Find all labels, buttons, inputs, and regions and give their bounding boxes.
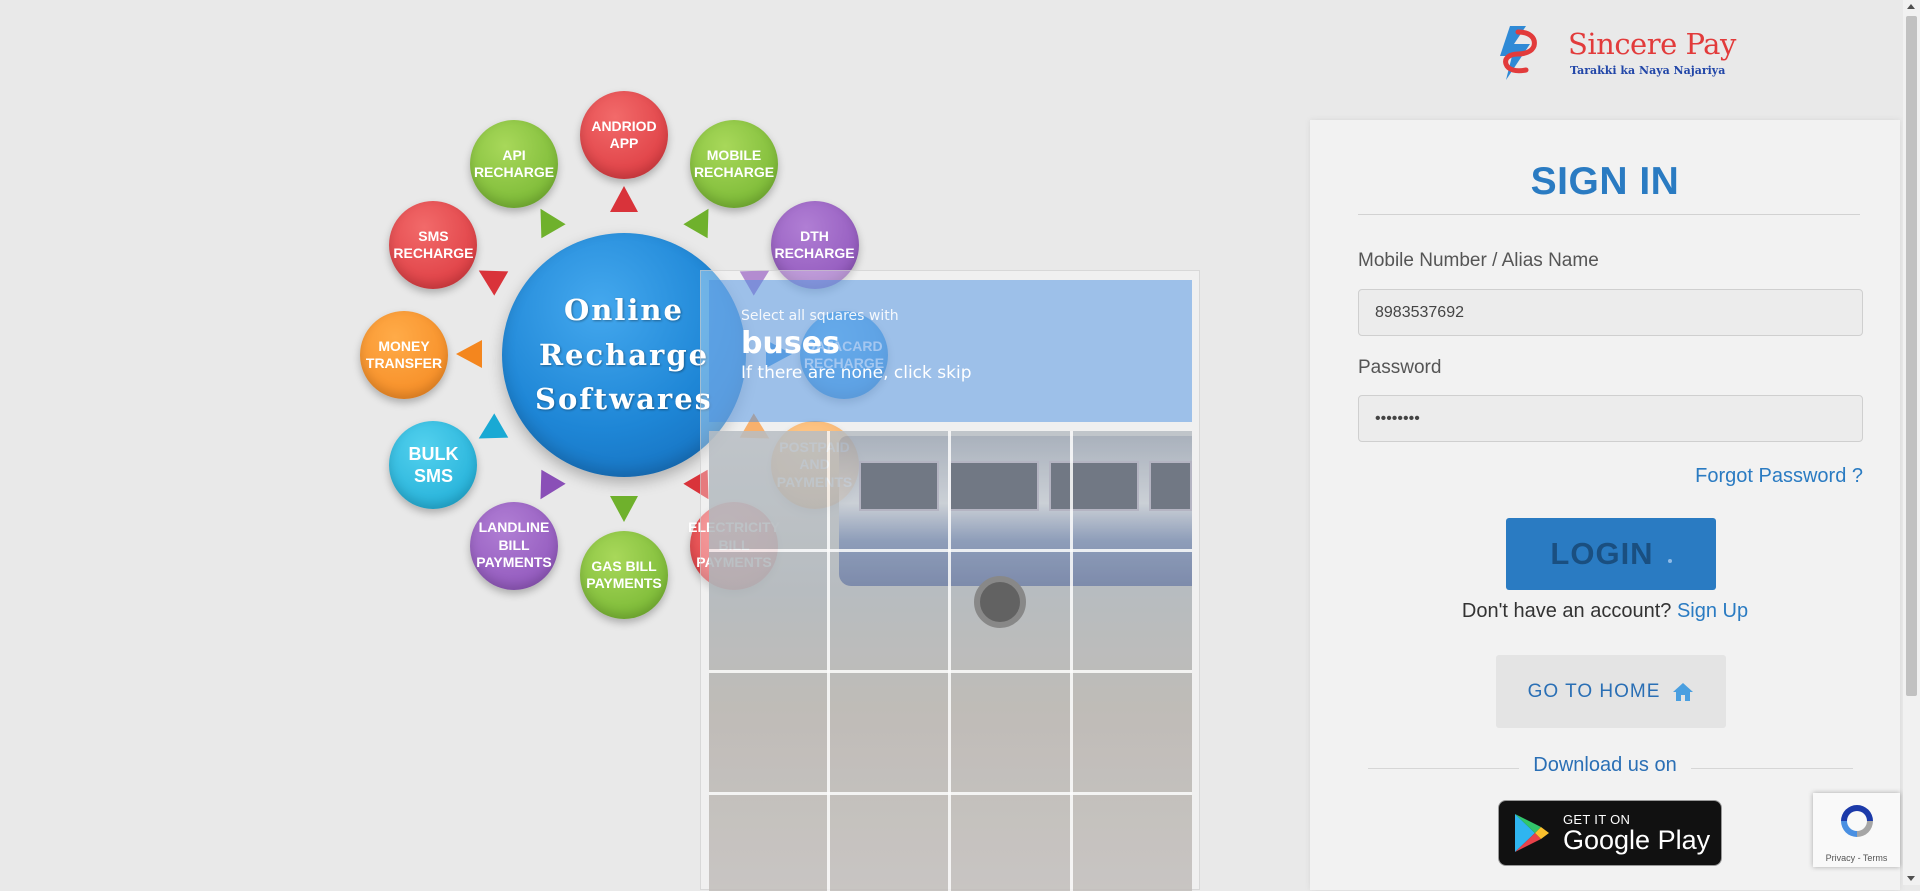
- recaptcha-icon: [1841, 805, 1873, 837]
- password-label: Password: [1358, 357, 1442, 378]
- download-label: Download us on: [1519, 754, 1691, 776]
- recaptcha-privacy-terms[interactable]: Privacy - Terms: [1826, 853, 1888, 863]
- login-button[interactable]: LOGIN: [1506, 518, 1716, 590]
- captcha-hint: If there are none, click skip: [741, 363, 972, 383]
- mobile-input[interactable]: [1358, 289, 1863, 336]
- captcha-image-grid[interactable]: [709, 431, 1192, 891]
- captcha-tile[interactable]: [709, 431, 827, 549]
- gplay-big-text: Google Play: [1563, 825, 1711, 855]
- captcha-tile[interactable]: [830, 431, 948, 549]
- arrow-icon: [456, 340, 482, 368]
- captcha-tile[interactable]: [951, 431, 1069, 549]
- login-label: LOGIN: [1550, 536, 1654, 571]
- loading-dot-icon: [1667, 559, 1672, 563]
- arrow-icon: [610, 186, 638, 212]
- recaptcha-challenge[interactable]: Select all squares with buses If there a…: [700, 270, 1200, 891]
- hub-line: Online: [564, 292, 684, 327]
- page-scrollbar[interactable]: [1903, 0, 1920, 885]
- mobile-label: Mobile Number / Alias Name: [1358, 250, 1599, 271]
- download-heading: Download us on: [1310, 754, 1900, 777]
- google-play-badge[interactable]: GET IT ON Google Play: [1498, 800, 1722, 866]
- brand-name: Sincere Pay: [1568, 27, 1736, 61]
- scroll-up-arrow-icon[interactable]: [1907, 4, 1915, 9]
- arrow-icon: [527, 201, 566, 239]
- signin-title: SIGN IN: [1530, 160, 1680, 203]
- go-to-home-button[interactable]: GO TO HOME: [1496, 655, 1726, 728]
- captcha-target: buses: [741, 326, 840, 361]
- signup-prompt: Don't have an account? Sign Up: [1310, 600, 1900, 623]
- captcha-tile[interactable]: [1072, 673, 1190, 791]
- service-bubble: MOBILE RECHARGE: [690, 120, 778, 209]
- sincere-pay-logo-icon: [1500, 26, 1537, 80]
- go-home-label: GO TO HOME: [1527, 680, 1661, 702]
- captcha-tile[interactable]: [1072, 552, 1190, 670]
- hub-line: Softwares: [535, 382, 713, 417]
- arrow-icon: [527, 469, 566, 507]
- service-bubble: MONEY TRANSFER: [360, 311, 448, 399]
- signup-link[interactable]: Sign Up: [1677, 600, 1748, 622]
- captcha-tile[interactable]: [951, 673, 1069, 791]
- hub-line: Recharge: [538, 337, 710, 372]
- no-account-text: Don't have an account?: [1461, 600, 1672, 622]
- captcha-tile[interactable]: [1072, 431, 1190, 549]
- google-play-icon: [1515, 814, 1549, 852]
- recaptcha-badge[interactable]: Privacy - Terms: [1813, 793, 1900, 867]
- arrow-icon: [471, 257, 509, 296]
- scroll-down-arrow-icon[interactable]: [1907, 876, 1915, 881]
- arrow-icon: [610, 496, 638, 522]
- scroll-thumb[interactable]: [1906, 16, 1917, 696]
- captcha-tile[interactable]: [951, 552, 1069, 670]
- password-input[interactable]: [1358, 395, 1863, 442]
- title-divider: [1358, 214, 1860, 215]
- brand-tagline: Tarakki ka Naya Najariya: [1570, 64, 1726, 77]
- service-bubble: GAS BILL PAYMENTS: [580, 531, 668, 619]
- captcha-tile[interactable]: [951, 794, 1069, 891]
- brand-logo[interactable]: Sincere Pay Tarakki ka Naya Najariya: [1496, 24, 1736, 84]
- captcha-tile[interactable]: [709, 794, 827, 891]
- arrow-icon: [471, 412, 509, 451]
- forgot-password-link[interactable]: Forgot Password ?: [1695, 465, 1863, 488]
- service-bubble: SMS RECHARGE: [389, 201, 478, 289]
- captcha-tile[interactable]: [709, 552, 827, 670]
- captcha-tile[interactable]: [709, 673, 827, 791]
- captcha-tile[interactable]: [1072, 794, 1190, 891]
- captcha-tile[interactable]: [830, 552, 948, 670]
- home-icon: [1673, 682, 1694, 701]
- captcha-tile[interactable]: [830, 673, 948, 791]
- captcha-instruction: Select all squares with: [741, 308, 899, 324]
- captcha-tile[interactable]: [830, 794, 948, 891]
- signin-panel: SIGN IN Mobile Number / Alias Name Passw…: [1310, 120, 1900, 890]
- captcha-header: Select all squares with buses If there a…: [709, 280, 1192, 422]
- service-bubble: BULK SMS: [389, 421, 478, 509]
- service-bubble: API RECHARGE: [470, 120, 558, 209]
- service-bubble: ANDRIOD APP: [580, 91, 668, 179]
- service-bubble: LANDLINE BILL PAYMENTS: [470, 501, 558, 590]
- arrow-icon: [682, 201, 721, 239]
